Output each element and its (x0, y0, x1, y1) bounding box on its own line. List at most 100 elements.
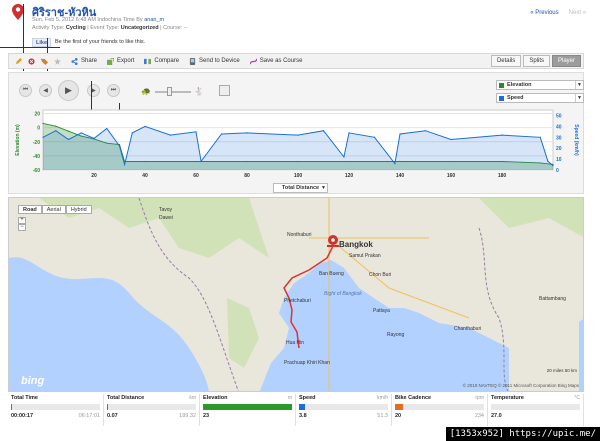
x-tick: 60 (193, 173, 199, 179)
star-icon[interactable] (54, 57, 61, 65)
speed-point (246, 132, 248, 134)
speed-point (118, 145, 121, 147)
elevation-speed-chart[interactable]: 200-20-40-605040302010020 40 60 80 100 120 140… (13, 108, 581, 184)
speed-point (55, 130, 57, 132)
stat-bar-fill (203, 404, 292, 410)
x-tick: 80 (244, 173, 250, 179)
map-label: Hua Hin (286, 340, 305, 346)
step-back-icon[interactable]: ◀ (39, 84, 52, 97)
route-map[interactable]: Tavoy Dawei Nonthaburi Bangkok Samut Prakan C… (8, 197, 584, 392)
stat-unit: km/h (377, 395, 388, 401)
y-right-tick: 50 (556, 113, 562, 119)
speed-swatch (499, 95, 504, 101)
bing-logo: bing (21, 375, 45, 387)
stat-unit: m (287, 395, 292, 401)
elevation-point (42, 122, 44, 125)
stat-label: Total Distance (107, 395, 145, 401)
speed-point (200, 160, 202, 162)
chevron-down-icon: ▼ (575, 81, 583, 89)
export-icon (107, 57, 115, 65)
tab-details[interactable]: Details (490, 55, 522, 67)
x-tick: 180 (498, 173, 507, 179)
speed-point (399, 133, 401, 135)
speed-point (297, 134, 299, 136)
map-label: Prachuap Khiri Khan (284, 360, 330, 366)
x-tick: 20 (91, 173, 97, 179)
legend-speed: Speed (507, 95, 524, 101)
edit-icon[interactable] (15, 57, 22, 65)
tab-player[interactable]: Player (551, 55, 581, 67)
stat-value: 27.0 (491, 413, 502, 419)
stat-value: 00:00:17 (11, 413, 34, 419)
delete-icon[interactable] (28, 57, 35, 65)
share-button[interactable]: Share (71, 57, 97, 65)
chevron-down-icon: ▼ (321, 185, 326, 191)
map-scale: 20 miles 50 km (546, 368, 577, 373)
x-tick: 100 (294, 173, 303, 179)
export-label: Export (117, 58, 135, 64)
map-type-road[interactable]: Road (18, 205, 42, 214)
activity-type-value[interactable]: Cycling (66, 25, 86, 31)
like-text: Be the first of your friends to like thi… (55, 39, 146, 45)
zoom-out-button[interactable]: − (18, 224, 26, 231)
x-tick: 120 (345, 173, 354, 179)
share-icon (71, 57, 78, 65)
fast-icon[interactable]: 🐇 (194, 87, 204, 96)
compare-button[interactable]: Compare (144, 58, 179, 65)
save-as-course-button[interactable]: Save as Course (249, 58, 302, 65)
speed-point (169, 134, 172, 136)
previous-link[interactable]: « Previous (530, 10, 558, 16)
send-to-device-label: Send to Device (199, 58, 240, 64)
x-tick: 140 (396, 173, 405, 179)
speed-point (394, 162, 396, 165)
stat-bar-fill (299, 404, 306, 410)
step-forward-icon[interactable]: ▶ (87, 84, 100, 97)
speed-slider[interactable] (155, 91, 191, 93)
activity-types: Activity Type: Cycling | Event Type: Unc… (32, 25, 188, 31)
map-label: Phetchaburi (284, 298, 311, 304)
start-marker-dot (331, 238, 335, 242)
map-label: Rayong (387, 332, 405, 338)
speed-slider-thumb[interactable] (167, 87, 172, 96)
x-axis-select[interactable]: Total Distance ▼ (273, 183, 328, 193)
slow-icon[interactable]: 🐢 (141, 87, 151, 96)
speed-point (144, 125, 146, 127)
map-type-aerial[interactable]: Aerial (41, 205, 66, 214)
device-icon (189, 57, 196, 65)
tab-splits[interactable]: Splits (523, 55, 550, 67)
chevron-down-icon: ▼ (575, 94, 583, 102)
event-type-value[interactable]: Uncategorized (121, 25, 159, 31)
author-link[interactable]: anan_m (144, 17, 164, 23)
y-left-tick: 0 (37, 126, 40, 132)
like-button[interactable]: Like (32, 37, 52, 47)
map-type-switcher: Road Aerial Hybrid (18, 205, 92, 214)
map-label: Chanthaburi (454, 326, 482, 332)
fullscreen-icon[interactable] (219, 85, 230, 96)
watermark: [1353x952] https://upic.me/ (445, 427, 600, 441)
elevation-point (67, 130, 70, 132)
y-left-tick: 20 (34, 112, 40, 118)
next-link[interactable]: Next » (569, 10, 586, 16)
skip-back-icon[interactable]: ⏮ (19, 84, 32, 97)
speed-series-select[interactable]: Speed ▼ (496, 93, 584, 103)
activity-header: ศิริราช-หัวหิน Sun, Feb 5, 2012 6:48 AM … (0, 0, 600, 52)
start-marker-stem (327, 245, 339, 247)
speed-point (424, 130, 427, 132)
zoom-in-button[interactable]: + (18, 217, 26, 224)
play-button[interactable]: ▶ (58, 80, 79, 101)
stat-speed: Speed km/h 3.8 51.3 (296, 394, 392, 426)
annotation-line (0, 47, 60, 48)
map-type-hybrid[interactable]: Hybrid (65, 205, 92, 214)
activity-type-label: Activity Type: (32, 25, 65, 31)
stat-label: Total Time (11, 395, 38, 401)
stat-temperature: Temperature °C 27.0 (488, 394, 584, 426)
export-button[interactable]: Export (107, 57, 135, 65)
speed-point (80, 132, 82, 134)
tag-icon[interactable] (41, 58, 48, 65)
y-right-tick: 20 (556, 146, 562, 152)
elevation-series-select[interactable]: Elevation ▼ (496, 80, 584, 90)
speed-point (373, 136, 376, 138)
speed-point (195, 131, 197, 133)
send-to-device-button[interactable]: Send to Device (189, 57, 240, 65)
skip-forward-icon[interactable]: ⏭ (107, 84, 120, 97)
